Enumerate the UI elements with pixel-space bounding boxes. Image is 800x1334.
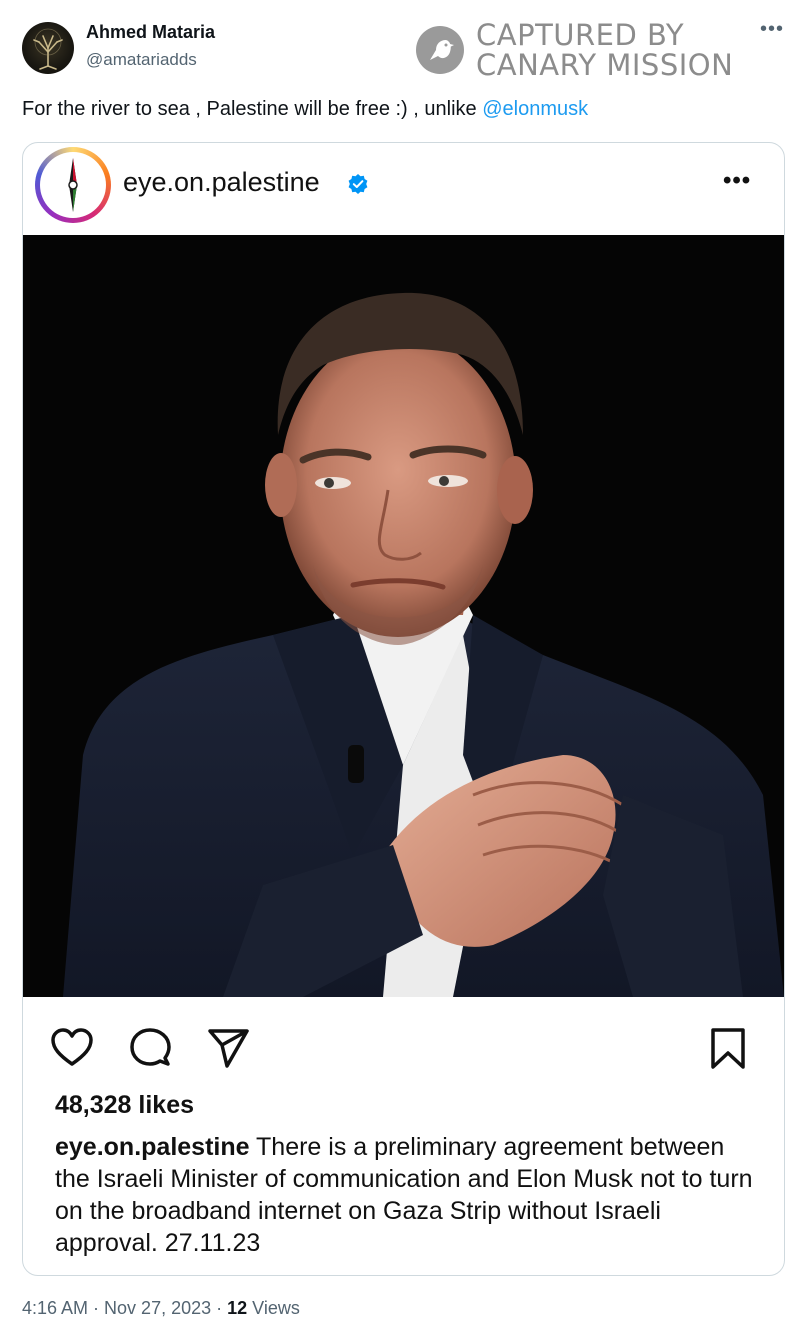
meta-separator: · [88, 1298, 105, 1318]
likes-count[interactable]: 48,328 likes [55, 1091, 194, 1120]
compass-icon [68, 158, 78, 212]
mention-link[interactable]: @elonmusk [482, 98, 588, 120]
tweet-time[interactable]: 4:16 AM [22, 1298, 88, 1318]
share-icon[interactable] [205, 1025, 251, 1071]
embed-header: eye.on.palestine ••• [23, 143, 784, 235]
heart-icon[interactable] [49, 1025, 95, 1071]
more-horizontal-icon[interactable]: ••• [723, 167, 751, 195]
compass-logo [40, 152, 106, 218]
post-caption: eye.on.palestine There is a preliminary … [55, 1131, 755, 1259]
meta-separator: · [211, 1298, 228, 1318]
author-name[interactable]: Ahmed Mataria [86, 22, 215, 43]
comment-icon[interactable] [127, 1025, 173, 1071]
canary-mission-watermark: CAPTURED BY CANARY MISSION [414, 16, 744, 82]
views-label: Views [247, 1298, 300, 1318]
bookmark-icon[interactable] [705, 1025, 751, 1071]
watermark-line-1: CAPTURED BY [476, 18, 685, 52]
canary-bird-icon [416, 26, 464, 74]
post-actions [23, 997, 784, 1087]
tree-logo-icon [33, 28, 63, 70]
embedded-post-card[interactable]: eye.on.palestine ••• 48,328 likes eye.on… [22, 142, 785, 1276]
tweet-header: Ahmed Mataria @amatariadds CAPTURED BY C… [0, 0, 800, 90]
embed-username[interactable]: eye.on.palestine [123, 167, 320, 198]
views-count: 12 [227, 1298, 248, 1318]
author-handle[interactable]: @amatariadds [86, 50, 197, 70]
more-horizontal-icon[interactable]: ••• [760, 18, 784, 41]
embed-avatar[interactable] [35, 147, 111, 223]
caption-username[interactable]: eye.on.palestine [55, 1133, 250, 1161]
watermark-line-2: CANARY MISSION [476, 48, 734, 82]
tweet-meta: 4:16 AM · Nov 27, 2023 · 12 Views [22, 1298, 300, 1319]
tweet-date[interactable]: Nov 27, 2023 [104, 1298, 211, 1318]
verified-badge-icon [348, 174, 368, 194]
tweet-text-body: For the river to sea , Palestine will be… [22, 98, 483, 120]
portrait-photo[interactable] [23, 235, 784, 997]
author-avatar[interactable] [22, 22, 74, 74]
tweet-text: For the river to sea , Palestine will be… [22, 98, 588, 121]
